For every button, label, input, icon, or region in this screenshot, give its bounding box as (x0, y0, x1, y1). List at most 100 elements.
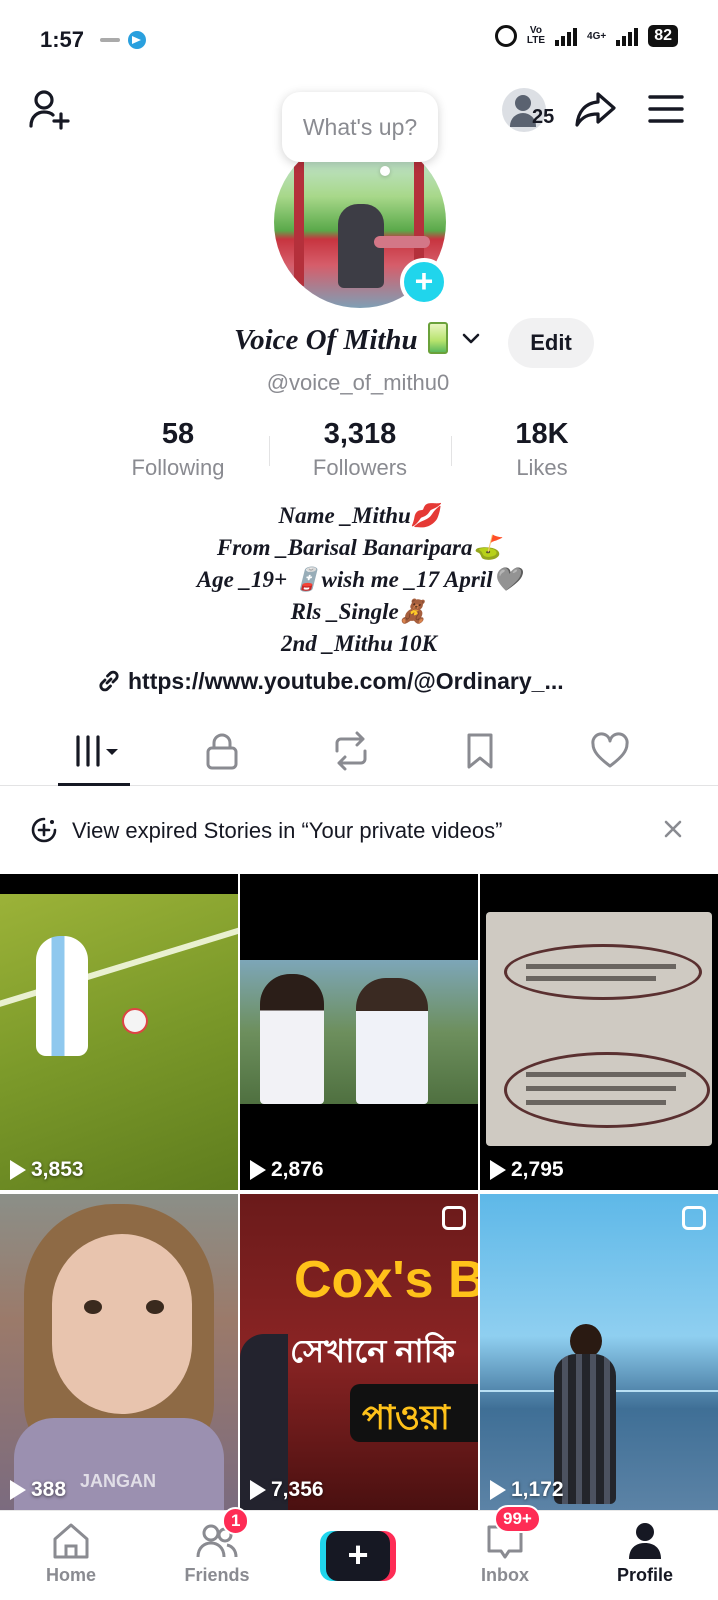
heart-icon (591, 732, 629, 768)
nav-home[interactable]: Home (16, 1521, 126, 1586)
view-count: 7,356 (250, 1478, 324, 1502)
chevron-down-icon[interactable] (462, 330, 480, 348)
stat-followers[interactable]: 3,318 Followers (280, 418, 440, 481)
view-count: 3,853 (10, 1158, 84, 1182)
juice-box-icon (428, 322, 448, 354)
overlay-text: JANGAN (80, 1471, 157, 1491)
bio-line: Rls _Single🧸 (290, 599, 428, 624)
notification-icon (100, 38, 120, 42)
tab-videos[interactable] (64, 728, 124, 774)
video-grid: 3,853 2,876 2,795 JANGAN 388 Cox's B সেখ… (0, 874, 718, 1510)
network-type: 4G+ (587, 30, 607, 42)
status-bubble[interactable]: What's up? (282, 92, 438, 162)
signal-icon-2 (616, 26, 639, 46)
multi-photo-icon (442, 1206, 466, 1230)
menu-icon[interactable] (648, 94, 684, 124)
stat-following[interactable]: 58 Following (98, 418, 258, 481)
play-icon (250, 1480, 266, 1500)
comments-screenshot (486, 912, 712, 1146)
nav-label: Home (45, 1565, 96, 1585)
video-thumbnail[interactable]: JANGAN 388 (0, 1194, 238, 1510)
bookmark-icon (467, 733, 493, 769)
telegram-icon (128, 31, 146, 49)
profile-name-row: Voice Of Mithu Edit (0, 318, 718, 374)
edit-profile-button[interactable]: Edit (508, 318, 594, 368)
stat-likes[interactable]: 18K Likes (462, 418, 622, 481)
stat-label: Following (131, 455, 225, 480)
person-figure (356, 978, 428, 1104)
video-thumbnail[interactable]: 1,172 (480, 1194, 718, 1510)
status-bar: 1:57 Vo LTE 4G+ 82 (0, 0, 718, 80)
bio-line: 2nd _Mithu 10K (281, 631, 437, 656)
add-story-button[interactable]: + (400, 258, 448, 306)
stat-value: 3,318 (323, 418, 397, 450)
person-figure (260, 974, 324, 1104)
overlay-caption: পাওয়া (362, 1399, 450, 1437)
status-time: 1:57 (40, 27, 85, 52)
tab-private[interactable] (192, 728, 252, 774)
bio-line: Name _Mithu💋 (278, 503, 440, 528)
viewer-avatar-icon (515, 95, 531, 111)
view-count: 388 (10, 1478, 66, 1502)
divider (451, 436, 452, 466)
view-count: 2,795 (490, 1158, 564, 1182)
alarm-icon (494, 25, 517, 47)
nav-label: Inbox (481, 1565, 529, 1585)
add-circle-icon (31, 817, 57, 843)
view-count: 1,172 (490, 1478, 564, 1502)
profile-tabs (0, 716, 718, 786)
create-button[interactable]: + (320, 1531, 396, 1581)
share-icon[interactable] (574, 90, 618, 130)
overlay-subtitle: সেখানে নাকি (290, 1333, 456, 1369)
tab-reposts[interactable] (321, 728, 381, 774)
lock-icon (206, 733, 238, 770)
nav-friends[interactable]: Friends (162, 1521, 272, 1586)
play-icon (490, 1480, 506, 1500)
banner-text: View expired Stories in “Your private vi… (72, 818, 503, 843)
home-icon (53, 1523, 89, 1559)
stat-value: 58 (161, 418, 195, 450)
close-icon[interactable] (660, 816, 686, 842)
videos-grid-icon (76, 735, 118, 767)
view-count: 2,876 (250, 1158, 324, 1182)
play-icon (10, 1160, 26, 1180)
overlay-title: Cox's B (294, 1251, 478, 1309)
video-thumbnail[interactable]: 2,876 (240, 874, 478, 1190)
plus-icon: + (326, 1531, 390, 1581)
inbox-badge: 99+ (494, 1505, 541, 1533)
stat-label: Likes (516, 455, 568, 480)
profile-stats: 58 Following 3,318 Followers 18K Likes (0, 418, 718, 480)
profile-icon (629, 1523, 661, 1559)
profile-viewers-count: 25 (532, 106, 555, 128)
active-tab-indicator (58, 783, 130, 786)
display-name: Voice Of Mithu (234, 324, 418, 356)
nav-profile[interactable]: Profile (590, 1521, 700, 1586)
multi-photo-icon (682, 1206, 706, 1230)
signal-icon (555, 26, 578, 46)
girl-face (52, 1234, 192, 1414)
bio-line: Age _19+ 🪫wish me _17 April🩶 (196, 567, 522, 592)
username: @voice_of_mithu0 (266, 370, 450, 395)
bio-link[interactable]: https://www.youtube.com/@Ordinary_... (96, 666, 564, 696)
bottom-navigation: Home Friends 1 + Inbox 99+ Profile (0, 1505, 718, 1600)
volte-indicator: Vo LTE (526, 25, 546, 46)
bio-link-text: https://www.youtube.com/@Ordinary_... (128, 667, 564, 694)
link-icon (99, 670, 119, 692)
play-icon (10, 1480, 26, 1500)
add-friend-icon[interactable] (28, 88, 72, 132)
video-thumbnail[interactable]: 3,853 (0, 874, 238, 1190)
man-head (570, 1324, 602, 1358)
divider (269, 436, 270, 466)
play-icon (250, 1160, 266, 1180)
battery-indicator: 82 (648, 25, 678, 47)
tab-favorites[interactable] (450, 728, 510, 774)
repost-icon (335, 731, 367, 771)
video-thumbnail[interactable]: Cox's B সেখানে নাকি পাওয়া 7,356 (240, 1194, 478, 1510)
stat-label: Followers (312, 455, 408, 480)
expired-stories-banner[interactable]: View expired Stories in “Your private vi… (0, 800, 718, 860)
stat-value: 18K (515, 418, 569, 450)
nav-label: Profile (616, 1565, 673, 1585)
tab-liked[interactable] (580, 728, 640, 774)
video-thumbnail[interactable]: 2,795 (480, 874, 718, 1190)
play-icon (490, 1160, 506, 1180)
